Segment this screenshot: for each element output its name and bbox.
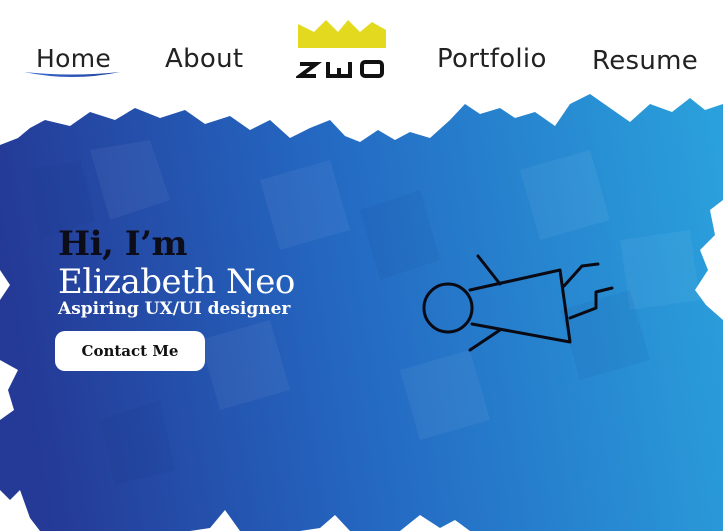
logo-letter-n (296, 62, 322, 78)
top-navigation: Home About Portfolio Resume (0, 0, 723, 100)
crown-icon (298, 20, 386, 48)
neo-logo[interactable] (296, 18, 388, 82)
nav-resume-link[interactable]: Resume (592, 46, 698, 76)
nav-portfolio-link[interactable]: Portfolio (437, 44, 547, 74)
logo-letter-e (326, 62, 352, 78)
nav-about-link[interactable]: About (165, 44, 243, 74)
hero-name: Elizabeth Neo (58, 262, 295, 302)
logo-letter-o (360, 60, 384, 78)
contact-me-button[interactable]: Contact Me (55, 331, 205, 371)
hero-greeting: Hi, I’m (58, 224, 187, 264)
active-nav-underline (24, 72, 120, 77)
flying-figure-icon (422, 254, 614, 352)
hero-role: Aspiring UX/UI designer (58, 299, 291, 319)
